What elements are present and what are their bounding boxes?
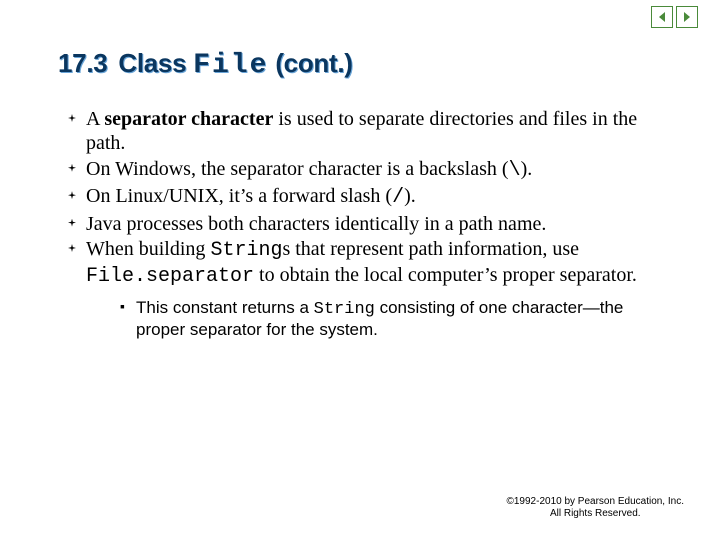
heading-class: Class (118, 48, 186, 78)
text: On Windows, the separator character is a… (86, 158, 509, 180)
copyright-line1: ©1992-2010 by Pearson Education, Inc. (507, 496, 685, 508)
prev-slide-button[interactable] (651, 6, 673, 28)
text: ). (404, 185, 416, 207)
bullet-list: A separator character is used to separat… (58, 107, 676, 341)
copyright-line2: All Rights Reserved. (507, 508, 685, 520)
text: Java processes both characters identical… (86, 213, 546, 235)
sub-list: This constant returns a String consistin… (86, 298, 676, 341)
list-item: On Windows, the separator character is a… (70, 157, 676, 183)
text: When building (86, 238, 210, 260)
list-item: On Linux/UNIX, it’s a forward slash (/). (70, 184, 676, 210)
next-slide-button[interactable] (676, 6, 698, 28)
text: s that represent path information, use (282, 238, 579, 260)
text: to obtain the local computer’s proper se… (254, 264, 637, 286)
text: This constant returns a (136, 298, 314, 317)
slide-content: 17.3 Class File (cont.) A separator char… (0, 0, 720, 341)
arrow-left-icon (655, 10, 669, 24)
text-code: \ (509, 159, 521, 182)
heading-file: File (193, 50, 268, 81)
text: ). (521, 158, 533, 180)
list-item: This constant returns a String consistin… (122, 298, 676, 341)
text-code: / (392, 186, 404, 209)
copyright-footer: ©1992-2010 by Pearson Education, Inc. Al… (507, 496, 685, 520)
heading-cont: (cont.) (275, 48, 352, 78)
text-bold: separator character (104, 108, 273, 130)
list-item: When building Strings that represent pat… (70, 237, 676, 341)
heading-number: 17.3 (58, 48, 107, 78)
text: On Linux/UNIX, it’s a forward slash ( (86, 185, 392, 207)
text-code: String (210, 239, 282, 262)
slide-heading: 17.3 Class File (cont.) (58, 48, 676, 81)
text: A (86, 108, 104, 130)
text-code: File.separator (86, 265, 254, 288)
arrow-right-icon (680, 10, 694, 24)
nav-controls (651, 6, 698, 28)
list-item: A separator character is used to separat… (70, 107, 676, 156)
list-item: Java processes both characters identical… (70, 212, 676, 236)
text-code: String (314, 300, 375, 319)
